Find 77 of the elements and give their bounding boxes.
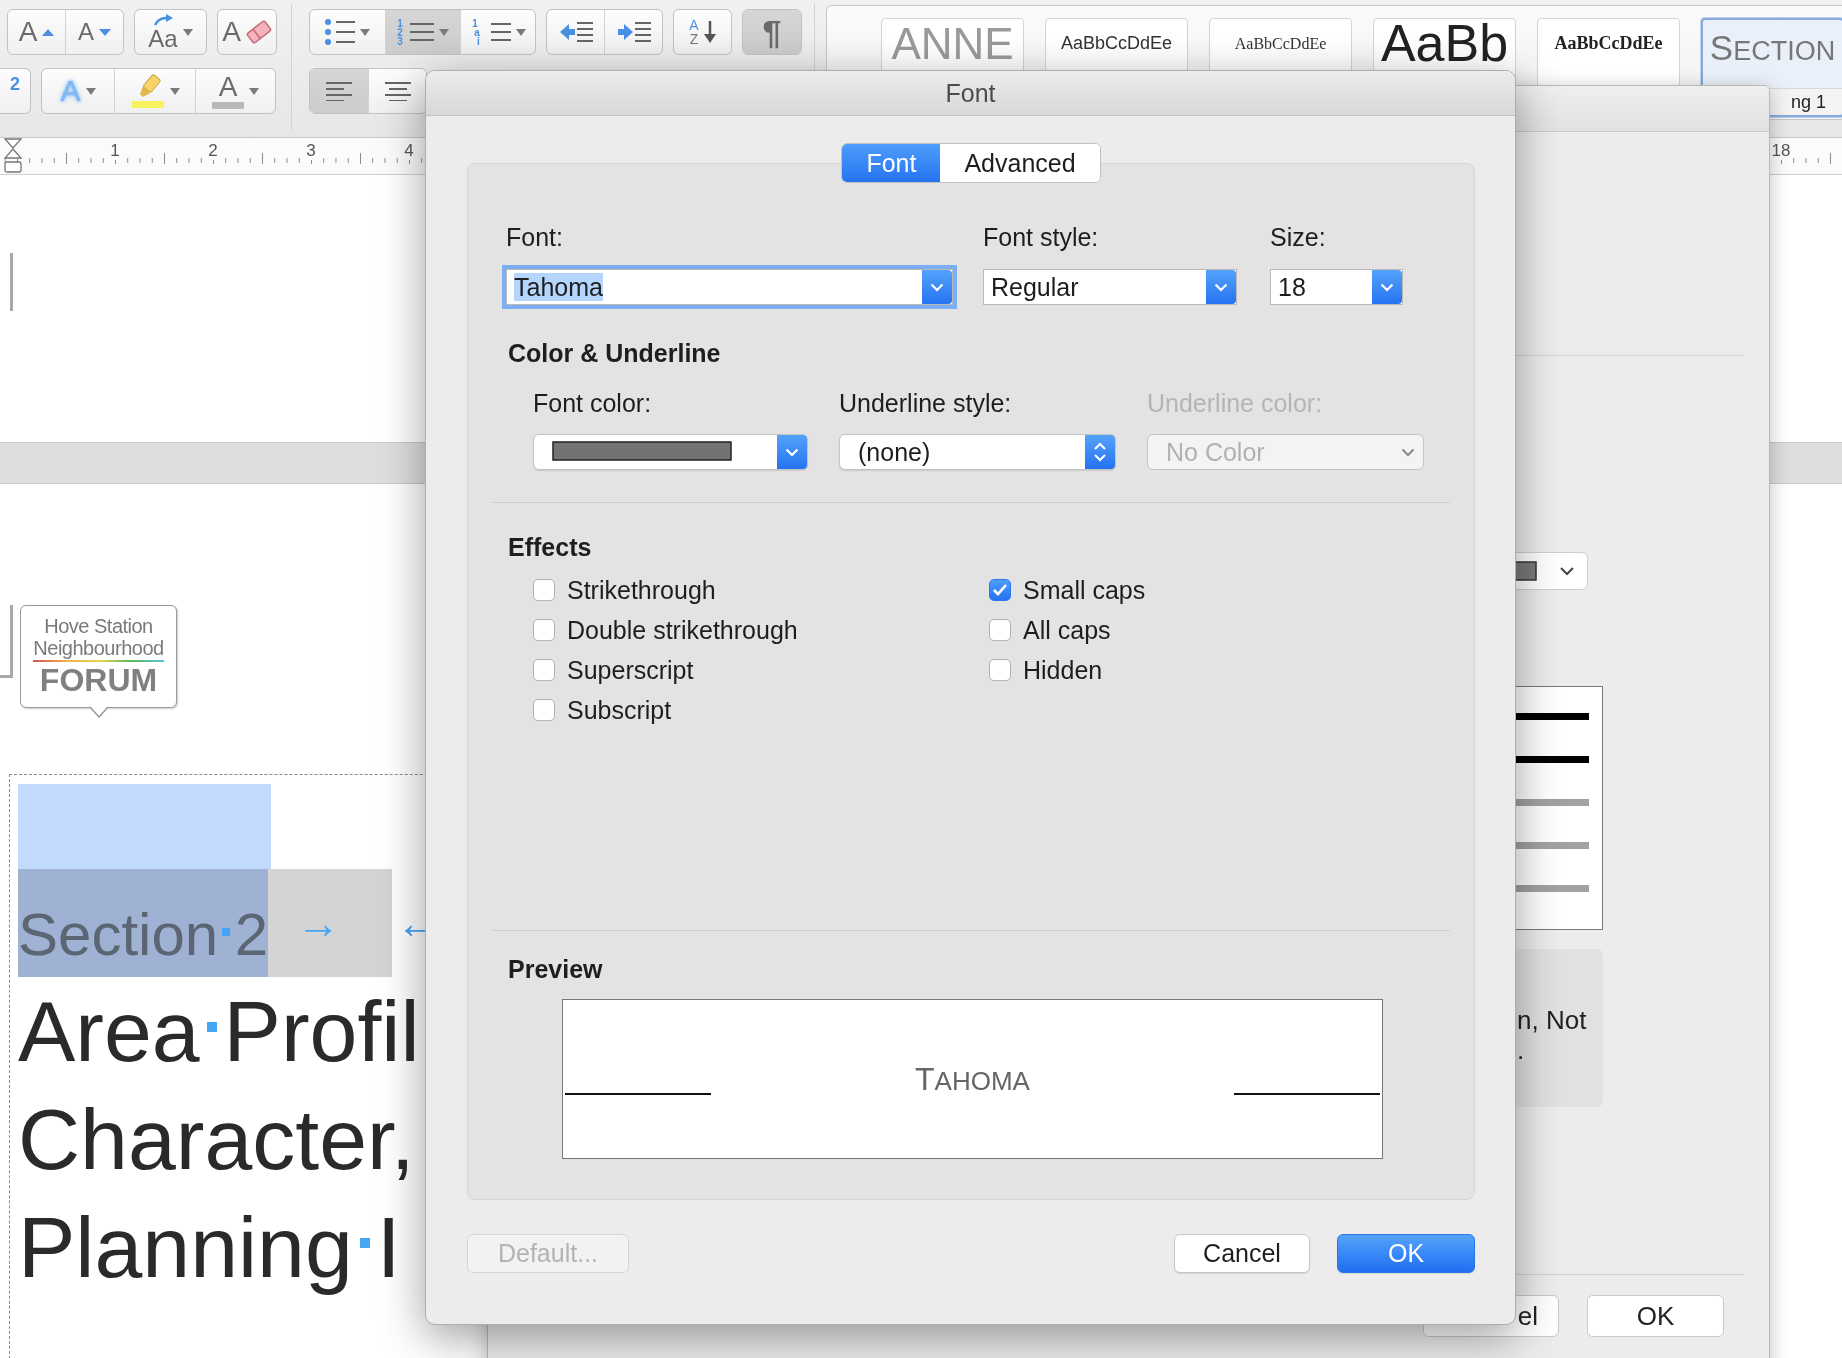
section-heading: Effects [508, 533, 593, 561]
section-heading: Color & Underline [508, 339, 722, 367]
default-button: Default... [467, 1234, 629, 1273]
field-label: Font color: [533, 389, 653, 417]
change-case-button[interactable]: Aa [135, 10, 206, 54]
logo-text: Neighbourhood [33, 637, 164, 662]
color-swatch-icon [1513, 561, 1537, 581]
checkbox-label: Strikethrough [567, 576, 716, 604]
down-triangle-icon [99, 28, 111, 36]
align-center-icon [384, 81, 411, 101]
tab[interactable]: Font [842, 144, 941, 182]
grow-font-button[interactable]: A [8, 10, 65, 54]
checkbox[interactable] [533, 659, 555, 681]
tab-mark: → [296, 901, 341, 945]
ruler-number: 1 [108, 142, 122, 160]
checkbox[interactable] [533, 579, 555, 601]
highlighter-icon [130, 74, 165, 108]
checkbox[interactable] [989, 579, 1011, 601]
checkbox-label: Subscript [567, 696, 672, 724]
ok-button[interactable]: OK [1337, 1234, 1475, 1273]
align-left-button[interactable] [310, 69, 368, 113]
checkbox-label: Double strikethrough [567, 616, 798, 644]
logo-text: Hove Station [44, 615, 153, 637]
chevron-down-icon [930, 282, 944, 292]
size-field[interactable]: 18 [1270, 269, 1403, 305]
chevron-down-icon [785, 447, 799, 457]
down-arrow-icon [703, 21, 716, 43]
ruler-number: 2 [206, 142, 220, 160]
chevron-down-icon [1401, 447, 1415, 457]
font-color-button[interactable]: A [195, 69, 275, 113]
bulleted-list-icon [325, 19, 355, 45]
up-triangle-icon [42, 28, 55, 36]
checkbox-label: All caps [1023, 616, 1111, 644]
chevron-down-icon [1214, 282, 1228, 292]
underline-color-popup: No Color [1147, 434, 1424, 470]
font-style-field[interactable]: Regular [983, 269, 1237, 305]
align-left-icon [326, 81, 352, 101]
heading-line: Character, [18, 1090, 416, 1189]
clear-formatting-button[interactable]: A [218, 10, 276, 54]
chevron-down-icon [1380, 282, 1394, 292]
sort-button[interactable]: A Z [674, 10, 731, 54]
margin-mark [10, 253, 13, 311]
checkbox-label: Small caps [1023, 576, 1146, 604]
pilcrow-button[interactable]: ¶ [743, 10, 801, 54]
underline-style-popup[interactable]: (none) [839, 434, 1116, 470]
ruler-number: 4 [402, 142, 416, 160]
field-label: Size: [1270, 223, 1327, 251]
section-heading: Preview [508, 955, 604, 983]
ok-button[interactable]: OK [1587, 1295, 1724, 1337]
font-color-popup[interactable] [533, 434, 808, 470]
color-bar-icon [212, 102, 244, 109]
indent-icon [616, 20, 651, 44]
checkbox[interactable] [989, 659, 1011, 681]
checkbox[interactable] [989, 619, 1011, 641]
checkmark-icon [992, 583, 1008, 597]
chevron-down-icon [1559, 566, 1575, 576]
checkbox[interactable] [533, 619, 555, 641]
superscript-button[interactable]: 2 [0, 69, 30, 113]
up-down-chevron-icon [1093, 441, 1107, 463]
window-title: Font [945, 78, 996, 108]
cancel-button[interactable]: Cancel [1174, 1234, 1310, 1273]
checkbox-label: Hidden [1023, 656, 1103, 684]
section-heading: Section 2 [18, 869, 269, 977]
field-label: Font style: [983, 223, 1100, 251]
ruler-number: 3 [304, 142, 318, 160]
shrink-font-button[interactable]: A [65, 10, 123, 54]
field-label: Underline style: [839, 389, 1013, 417]
ruler-number: 18 [1769, 142, 1793, 160]
lines-icon [407, 21, 434, 43]
curved-arrow-icon [152, 13, 174, 26]
outdent-icon [558, 20, 593, 44]
checkbox-label: Superscript [567, 656, 694, 684]
preview-sample: TAHOMA [915, 1060, 1030, 1098]
logo-text: FORUM [39, 662, 158, 698]
field-label: Font: [506, 223, 564, 251]
checkbox[interactable] [533, 699, 555, 721]
multilevel-button[interactable]: 1 a i [460, 10, 535, 54]
